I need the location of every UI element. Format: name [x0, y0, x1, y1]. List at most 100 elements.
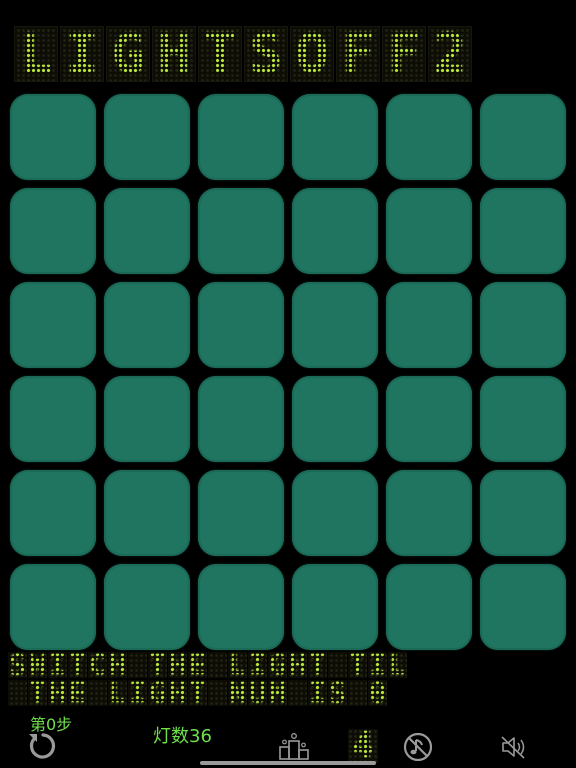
led-char: I: [65, 26, 99, 82]
light-tile-r5-c5[interactable]: [386, 470, 472, 556]
led-char: H: [289, 652, 306, 678]
led-char: H: [157, 26, 191, 82]
light-tile-r4-c4[interactable]: [292, 376, 378, 462]
led-char: 2: [433, 26, 467, 82]
led-cell: W: [28, 652, 47, 678]
led-cell: N: [228, 680, 247, 706]
light-tile-r1-c5[interactable]: [386, 94, 472, 180]
led-cell: H: [48, 680, 67, 706]
led-cell: T: [28, 680, 47, 706]
sound-toggle-button[interactable]: [499, 733, 531, 761]
light-tile-r6-c4[interactable]: [292, 564, 378, 650]
message-line-1: SWITCHTHELIGHTTIL: [8, 652, 408, 678]
led-char: T: [69, 652, 86, 678]
light-tile-r3-c2[interactable]: [104, 282, 190, 368]
light-tile-r6-c3[interactable]: [198, 564, 284, 650]
led-cell: 2: [428, 26, 472, 82]
light-tile-r4-c1[interactable]: [10, 376, 96, 462]
led-cell: I: [308, 680, 327, 706]
led-cell: H: [108, 652, 127, 678]
light-tile-r5-c1[interactable]: [10, 470, 96, 556]
light-tile-r6-c5[interactable]: [386, 564, 472, 650]
led-cell: G: [268, 652, 287, 678]
light-tile-r5-c3[interactable]: [198, 470, 284, 556]
led-char: C: [89, 652, 106, 678]
led-cell: I: [60, 26, 104, 82]
led-cell: H: [288, 652, 307, 678]
light-tile-r3-c3[interactable]: [198, 282, 284, 368]
light-tile-r2-c4[interactable]: [292, 188, 378, 274]
light-tile-r4-c6[interactable]: [480, 376, 566, 462]
music-toggle-button[interactable]: [402, 731, 434, 763]
led-cell: H: [152, 26, 196, 82]
podium-icon: [279, 733, 309, 760]
led-char: G: [149, 680, 166, 706]
led-char: T: [29, 680, 46, 706]
light-tile-r2-c1[interactable]: [10, 188, 96, 274]
led-char: T: [189, 680, 206, 706]
light-tile-r6-c2[interactable]: [104, 564, 190, 650]
led-char: F: [387, 26, 421, 82]
led-cell: F: [336, 26, 380, 82]
message-line-2: THELIGHTNUMIS0: [8, 680, 388, 706]
led-char: F: [341, 26, 375, 82]
led-cell: C: [88, 652, 107, 678]
led-cell: L: [108, 680, 127, 706]
led-cell: [348, 680, 367, 706]
light-tile-r5-c4[interactable]: [292, 470, 378, 556]
light-tile-r2-c5[interactable]: [386, 188, 472, 274]
light-tile-r4-c5[interactable]: [386, 376, 472, 462]
led-cell: L: [388, 652, 407, 678]
led-cell: I: [368, 652, 387, 678]
led-cell: [208, 652, 227, 678]
led-cell: L: [228, 652, 247, 678]
light-tile-r5-c2[interactable]: [104, 470, 190, 556]
light-tile-r1-c6[interactable]: [480, 94, 566, 180]
led-char: H: [169, 652, 186, 678]
light-tile-r4-c3[interactable]: [198, 376, 284, 462]
led-cell: T: [188, 680, 207, 706]
light-tile-r1-c2[interactable]: [104, 94, 190, 180]
light-tile-r6-c6[interactable]: [480, 564, 566, 650]
light-tile-r4-c2[interactable]: [104, 376, 190, 462]
light-tile-r1-c3[interactable]: [198, 94, 284, 180]
led-char: T: [149, 652, 166, 678]
led-cell: I: [128, 680, 147, 706]
light-tile-r1-c4[interactable]: [292, 94, 378, 180]
led-cell: S: [8, 652, 27, 678]
led-char: G: [111, 26, 145, 82]
light-tile-r3-c5[interactable]: [386, 282, 472, 368]
light-tile-r2-c2[interactable]: [104, 188, 190, 274]
led-char: L: [109, 680, 126, 706]
led-cell: U: [248, 680, 267, 706]
light-tile-r3-c4[interactable]: [292, 282, 378, 368]
level-value: 4: [352, 725, 374, 766]
led-cell: T: [348, 652, 367, 678]
led-cell: [8, 680, 27, 706]
led-cell: G: [148, 680, 167, 706]
restart-button[interactable]: [26, 730, 58, 762]
light-tile-r5-c6[interactable]: [480, 470, 566, 556]
led-cell: [328, 652, 347, 678]
led-cell: I: [248, 652, 267, 678]
leaderboard-button[interactable]: [277, 730, 311, 760]
led-char: T: [349, 652, 366, 678]
light-tile-r2-c3[interactable]: [198, 188, 284, 274]
led-char: I: [49, 652, 66, 678]
level-indicator[interactable]: 4: [348, 725, 378, 766]
led-char: I: [369, 652, 386, 678]
led-char: G: [269, 652, 286, 678]
light-tile-r3-c6[interactable]: [480, 282, 566, 368]
lights-count: 灯数36: [153, 726, 212, 747]
led-cell: L: [14, 26, 58, 82]
light-tile-r6-c1[interactable]: [10, 564, 96, 650]
light-tile-r1-c1[interactable]: [10, 94, 96, 180]
led-char: S: [9, 652, 26, 678]
light-tile-r3-c1[interactable]: [10, 282, 96, 368]
light-tile-r2-c6[interactable]: [480, 188, 566, 274]
led-char: W: [29, 652, 46, 678]
led-cell: S: [244, 26, 288, 82]
led-cell: T: [68, 652, 87, 678]
led-cell: T: [308, 652, 327, 678]
led-char: L: [19, 26, 53, 82]
